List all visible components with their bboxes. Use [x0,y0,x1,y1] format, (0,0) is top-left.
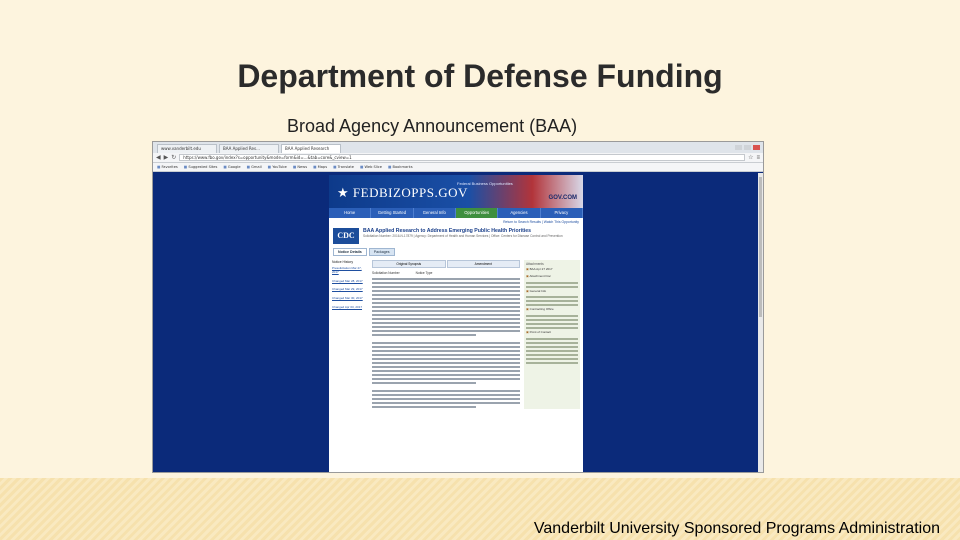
tab-notice-details[interactable]: Notice Details [333,248,367,256]
browser-tab[interactable]: www.vanderbilt.edu [157,144,217,153]
nav-privacy[interactable]: Privacy [541,208,583,218]
window-controls [735,145,763,150]
notice-tabs: Notice Details Packages [329,246,583,256]
attachment-item[interactable]: Contracting Office [526,308,578,312]
tab-packages[interactable]: Packages [368,248,395,256]
slide-title: Department of Defense Funding [237,58,723,94]
slide-subtitle: Broad Agency Announcement (BAA) [287,116,578,136]
gov-logo: GOV.COM [548,195,577,201]
history-heading: Notice History [332,260,354,264]
tab-original-synopsis[interactable]: Original Synopsis [372,260,446,268]
maximize-icon[interactable] [744,145,751,150]
reload-icon[interactable]: ↻ [171,155,176,161]
browser-screenshot: www.vanderbilt.edu BAA Applied Res... BA… [152,141,764,473]
nav-agencies[interactable]: Agencies [498,208,541,218]
address-bar: ◀ ▶ ↻ https://www.fbo.gov/index?s=opport… [153,153,763,163]
bookmark-item[interactable]: Bookmarks [388,165,413,169]
url-input[interactable]: https://www.fbo.gov/index?s=opportunity&… [179,154,746,161]
bookmark-item[interactable]: YouTube [268,165,287,169]
fbo-tagline: Federal Business Opportunities [457,181,513,186]
fbo-header: ★ FEDBIZOPPS.GOV Federal Business Opport… [329,175,583,208]
bookmark-item[interactable]: Web Slice [360,165,382,169]
attachment-item[interactable]: General Info [526,289,578,294]
attachment-item[interactable]: Point of Contact [526,330,578,335]
close-icon[interactable] [753,145,760,150]
fbo-nav: Home Getting Started General Info Opport… [329,208,583,218]
bookmark-item[interactable]: News [293,165,307,169]
forward-icon[interactable]: ▶ [164,155,169,161]
browser-tab-bar: www.vanderbilt.edu BAA Applied Res... BA… [153,142,763,153]
attachment-item[interactable]: BAA Apr 27 2017 [526,267,578,272]
back-icon[interactable]: ◀ [156,155,161,161]
bookmark-item[interactable]: Google [223,165,241,169]
synopsis-text [372,278,520,408]
history-item[interactable]: Changed Apr 03, 2017 [332,305,368,310]
right-sidebar: Attachments BAA Apr 27 2017 Attachment D… [524,260,580,410]
browser-tab[interactable]: BAA Applied Res... [219,144,279,153]
slide-footer: Vanderbilt University Sponsored Programs… [533,520,940,537]
nav-home[interactable]: Home [329,208,372,218]
cdc-logo: CDC [333,228,359,244]
history-item[interactable]: Presolicitation Mar 27, 2017 [332,266,368,275]
scrollbar[interactable] [758,173,763,472]
notice-history: Notice History Presolicitation Mar 27, 2… [332,260,368,409]
nav-general-info[interactable]: General Info [414,208,456,218]
tab-amendment[interactable]: Amendment [446,260,520,268]
bookmark-item[interactable]: Translate [333,165,354,169]
page-body: Notice History Presolicitation Mar 27, 2… [329,256,583,413]
nav-opportunities[interactable]: Opportunities [455,208,499,218]
field-label: Notice Type [415,271,433,275]
bookmark-item[interactable]: Gmail [247,165,262,169]
bookmark-item[interactable]: Favorites [157,165,178,169]
history-item[interactable]: Changed Mar 29, 2017 [332,287,368,292]
menu-icon[interactable]: ≡ [756,155,760,161]
history-item[interactable]: Changed Mar 28, 2017 [332,279,368,284]
bookmark-item[interactable]: Maps [313,165,327,169]
history-item[interactable]: Changed Mar 30, 2017 [332,296,368,301]
notice-content: Original Synopsis Amendment Solicitation… [372,260,520,409]
field-label: Solicitation Number [372,271,400,275]
opportunity-meta: Solicitation Number: 2016-N-17879 | Agen… [363,234,563,238]
opportunity-header: CDC BAA Applied Research to Address Emer… [329,226,583,246]
attachment-item[interactable]: Attachment Doc [526,274,578,279]
nav-getting-started[interactable]: Getting Started [371,208,414,218]
utility-links[interactable]: Return to Search Results | Watch This Op… [329,218,583,226]
sidebar-heading: Attachments [526,262,544,266]
browser-tab-active[interactable]: BAA Applied Research [281,144,341,153]
bookmarks-bar: Favorites Suggested Sites Google Gmail Y… [153,163,763,172]
synopsis-tabs: Original Synopsis Amendment [372,260,520,268]
minimize-icon[interactable] [735,145,742,150]
star-icon[interactable]: ☆ [748,155,753,161]
scroll-thumb[interactable] [759,177,762,317]
bookmark-item[interactable]: Suggested Sites [184,165,217,169]
fbo-logo[interactable]: ★ FEDBIZOPPS.GOV [337,185,468,201]
notice-fields: Solicitation Number Notice Type [372,271,520,275]
fbo-page: ★ FEDBIZOPPS.GOV Federal Business Opport… [329,175,583,472]
